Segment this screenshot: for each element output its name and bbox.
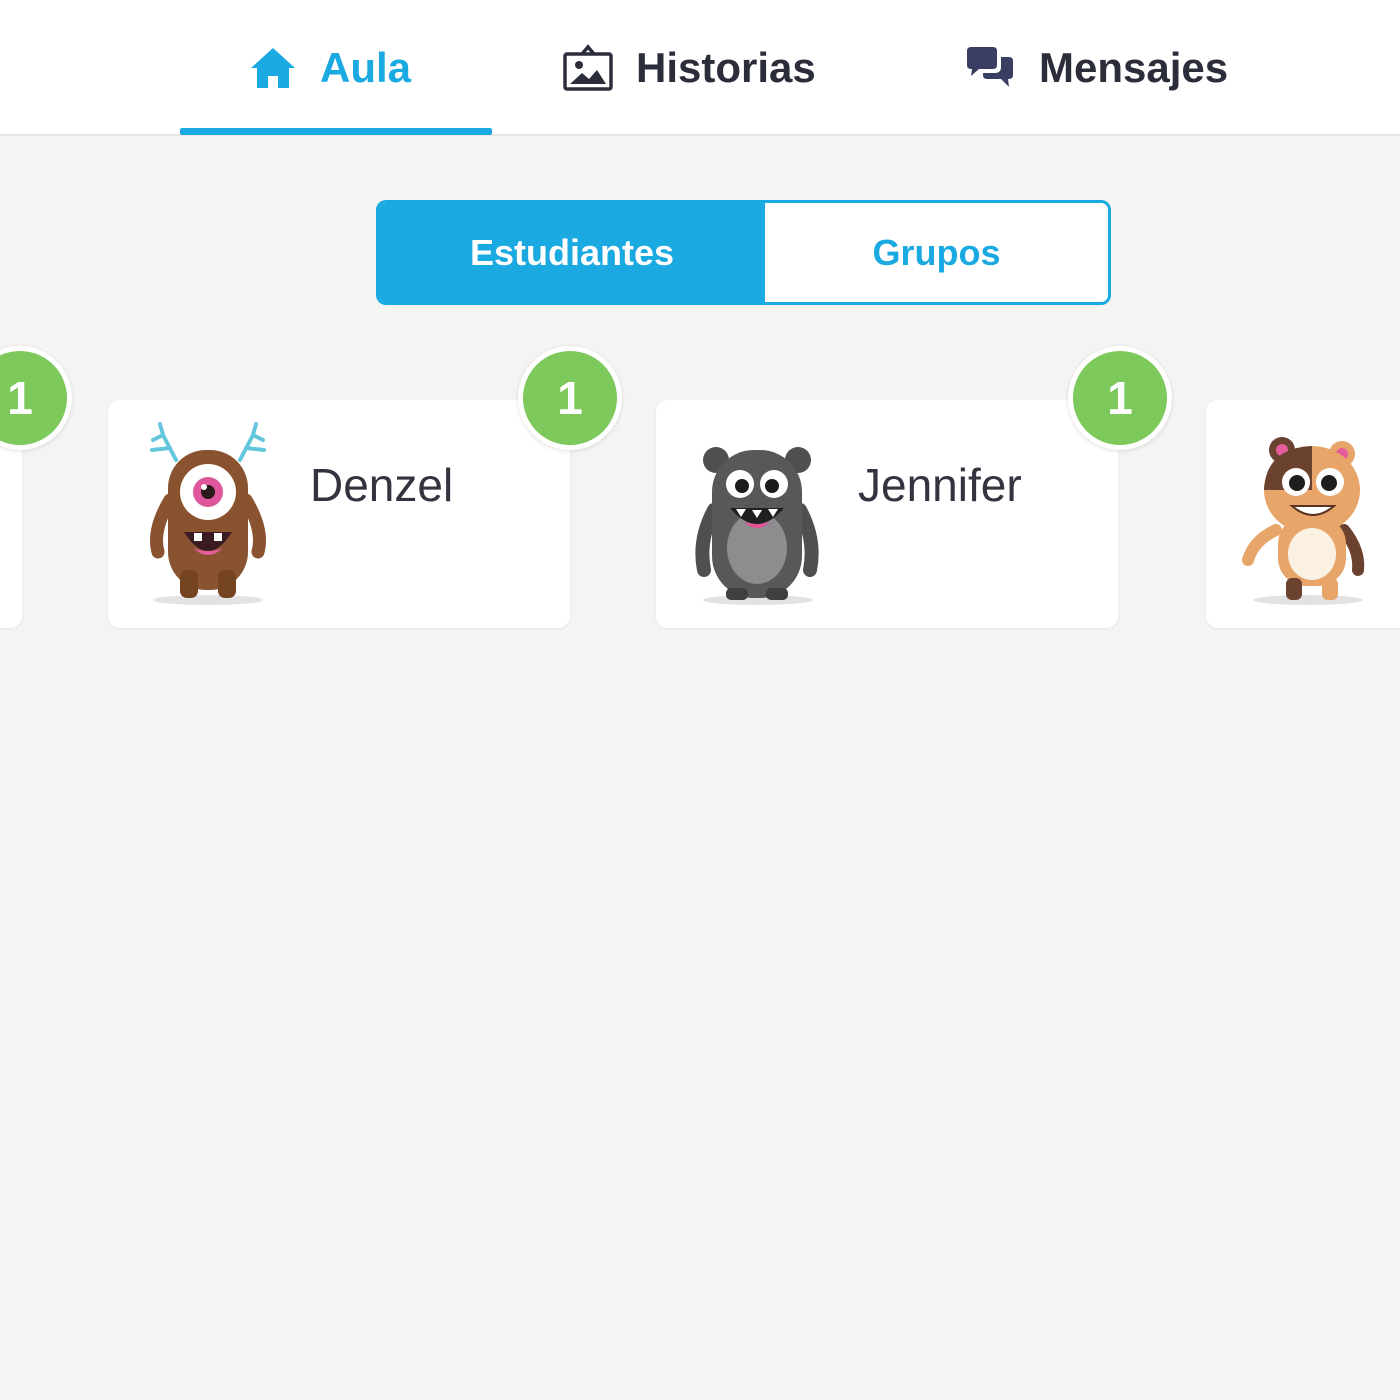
photo-icon xyxy=(562,44,614,92)
groups-toggle-button[interactable]: Grupos xyxy=(765,203,1108,302)
points-badge: 1 xyxy=(0,346,72,450)
tab-aula-label: Aula xyxy=(320,44,412,91)
student-card-denzel[interactable]: Denzel xyxy=(108,400,570,628)
active-tab-indicator xyxy=(180,128,492,135)
brown-one-eyed-monster-avatar xyxy=(138,420,278,610)
points-badge: 1 xyxy=(1068,346,1172,450)
classroom-page: Aula Historias Mensajes Estudiantes Grup… xyxy=(0,0,1400,1400)
tab-mensajes[interactable]: Mensajes xyxy=(963,0,1228,136)
gray-monster-avatar xyxy=(686,420,826,610)
tab-historias-label: Historias xyxy=(636,44,816,91)
student-name: Denzel xyxy=(310,459,454,511)
tab-historias[interactable]: Historias xyxy=(562,0,816,136)
students-toggle-button[interactable]: Estudiantes xyxy=(379,203,765,302)
student-card-jennifer[interactable]: Jennifer xyxy=(656,400,1118,628)
view-toggle: Estudiantes Grupos xyxy=(376,200,1111,305)
tab-aula[interactable]: Aula xyxy=(248,0,411,136)
student-card[interactable] xyxy=(1206,400,1400,628)
home-icon xyxy=(248,45,298,91)
calico-hamster-monster-avatar xyxy=(1236,420,1376,610)
chat-bubbles-icon xyxy=(963,45,1017,91)
student-name: Jennifer xyxy=(858,459,1022,511)
points-badge: 1 xyxy=(518,346,622,450)
tab-mensajes-label: Mensajes xyxy=(1039,44,1229,91)
top-navigation: Aula Historias Mensajes xyxy=(0,0,1400,136)
